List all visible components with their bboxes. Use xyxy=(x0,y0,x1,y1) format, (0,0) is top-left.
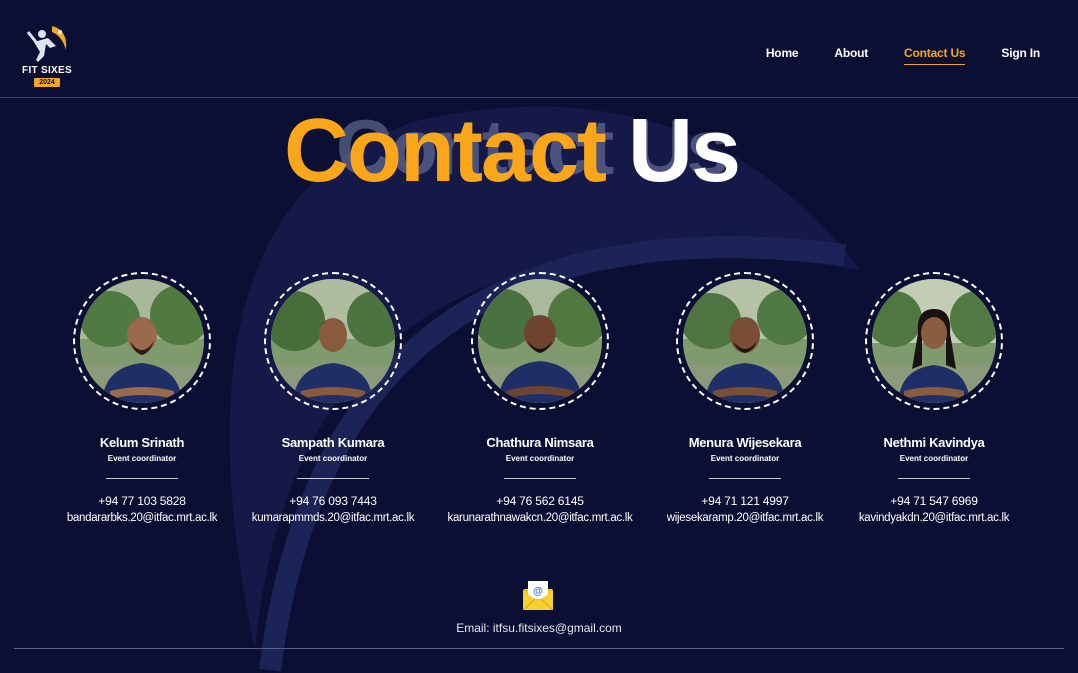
hero-title: Contact Us Contact Us xyxy=(0,98,1078,201)
logo-year: 2024 xyxy=(34,78,60,87)
member-role: Event coordinator xyxy=(710,454,780,463)
member-photo xyxy=(478,279,602,403)
site-header: FIT SIXES 2024 Home About Contact Us Sig… xyxy=(0,0,1078,97)
footer-divider xyxy=(14,648,1064,649)
member-phone[interactable]: +94 71 121 4997 xyxy=(645,494,845,508)
page-title: Contact Us xyxy=(284,96,741,206)
member-divider xyxy=(898,478,970,479)
member-email[interactable]: karunarathnawakcn.20@itfac.mrt.ac.lk xyxy=(440,512,640,524)
svg-text:@: @ xyxy=(533,586,543,597)
member-photo xyxy=(872,279,996,403)
member-photo-frame xyxy=(865,272,1003,410)
member-email[interactable]: bandararbks.20@itfac.mrt.ac.lk xyxy=(42,512,242,524)
member-phone[interactable]: +94 71 547 6969 xyxy=(834,494,1034,508)
member-name: Menura Wijesekara xyxy=(688,435,802,450)
member-email[interactable]: kumarapmmds.20@itfac.mrt.ac.lk xyxy=(233,512,433,524)
member-phone[interactable]: +94 76 093 7443 xyxy=(233,494,433,508)
member-photo-frame xyxy=(264,272,402,410)
footer-email[interactable]: Email: itfsu.fitsixes@gmail.com xyxy=(0,621,1078,635)
member-name: Nethmi Kavindya xyxy=(883,435,985,450)
title-contact: Contact xyxy=(284,101,607,201)
member-email[interactable]: wijesekaramp.20@itfac.mrt.ac.lk xyxy=(645,512,845,524)
main-nav: Home About Contact Us Sign In xyxy=(766,46,1040,65)
member-divider xyxy=(297,478,369,479)
team-member: Sampath Kumara Event coordinator +94 76 … xyxy=(233,272,433,524)
member-phone[interactable]: +94 76 562 6145 xyxy=(440,494,640,508)
member-phone[interactable]: +94 77 103 5828 xyxy=(42,494,242,508)
member-name: Kelum Srinath xyxy=(99,435,185,450)
member-divider xyxy=(504,478,576,479)
member-photo-frame xyxy=(676,272,814,410)
nav-home[interactable]: Home xyxy=(766,46,799,65)
member-photo-frame xyxy=(73,272,211,410)
member-role: Event coordinator xyxy=(107,454,177,463)
member-name: Sampath Kumara xyxy=(281,435,385,450)
team-section: Kelum Srinath Event coordinator +94 77 1… xyxy=(0,272,1078,542)
member-divider xyxy=(709,478,781,479)
nav-sign-in[interactable]: Sign In xyxy=(1001,46,1040,65)
team-member: Menura Wijesekara Event coordinator +94 … xyxy=(645,272,845,524)
team-member: Chathura Nimsara Event coordinator +94 7… xyxy=(440,272,640,524)
title-us: Us xyxy=(628,101,741,201)
team-member: Kelum Srinath Event coordinator +94 77 1… xyxy=(42,272,242,524)
member-photo xyxy=(80,279,204,403)
team-member: Nethmi Kavindya Event coordinator +94 71… xyxy=(834,272,1034,524)
member-photo-frame xyxy=(471,272,609,410)
site-logo[interactable]: FIT SIXES 2024 xyxy=(22,22,72,87)
member-email[interactable]: kavindyakdn.20@itfac.mrt.ac.lk xyxy=(834,512,1034,524)
member-role: Event coordinator xyxy=(505,454,575,463)
nav-about[interactable]: About xyxy=(834,46,868,65)
logo-text: FIT SIXES xyxy=(22,65,72,76)
member-photo xyxy=(683,279,807,403)
envelope-icon[interactable]: @ xyxy=(522,579,554,611)
member-divider xyxy=(106,478,178,479)
batsman-icon xyxy=(26,26,67,62)
member-role: Event coordinator xyxy=(298,454,368,463)
nav-contact-us[interactable]: Contact Us xyxy=(904,46,966,65)
member-name: Chathura Nimsara xyxy=(486,435,594,450)
member-role: Event coordinator xyxy=(899,454,969,463)
member-photo xyxy=(271,279,395,403)
header-divider xyxy=(0,97,1078,98)
